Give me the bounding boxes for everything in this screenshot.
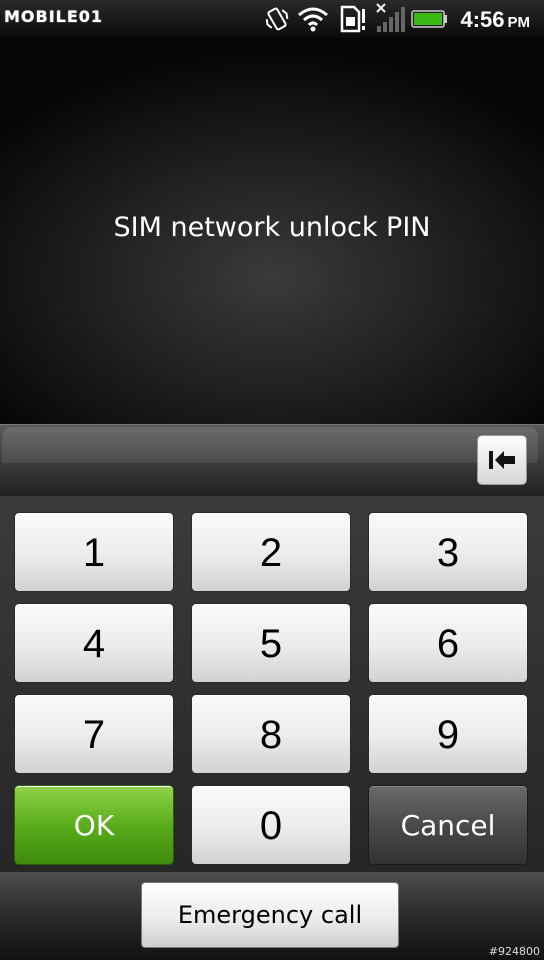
ok-button[interactable]: OK (14, 785, 174, 865)
pin-input[interactable] (2, 427, 538, 463)
key-6[interactable]: 6 (368, 603, 528, 683)
keypad: 1 2 3 4 5 6 7 8 9 OK 0 Cancel (0, 496, 544, 872)
clock-ampm: PM (507, 14, 531, 31)
sim-alert-icon (340, 5, 365, 33)
backspace-button[interactable] (477, 435, 527, 485)
no-signal-icon (376, 3, 405, 32)
status-clock: 4:56 PM (460, 7, 530, 33)
key-4[interactable]: 4 (14, 603, 174, 683)
status-bar: MOBILE01 4:56 PM (0, 0, 544, 38)
key-9[interactable]: 9 (368, 694, 528, 774)
battery-icon (411, 10, 447, 28)
wifi-icon (298, 7, 328, 32)
key-3[interactable]: 3 (368, 512, 528, 592)
key-7[interactable]: 7 (14, 694, 174, 774)
page-title: SIM network unlock PIN (113, 212, 431, 243)
mobile01-logo: MOBILE01 (4, 7, 104, 26)
key-2[interactable]: 2 (191, 512, 351, 592)
backspace-icon (489, 451, 515, 469)
key-8[interactable]: 8 (191, 694, 351, 774)
emergency-call-button[interactable]: Emergency call (141, 882, 399, 948)
cancel-button[interactable]: Cancel (368, 785, 528, 865)
key-0[interactable]: 0 (191, 785, 351, 865)
pin-entry-bar (0, 424, 544, 497)
key-5[interactable]: 5 (191, 603, 351, 683)
title-area: SIM network unlock PIN (0, 38, 544, 424)
bottom-bar: Emergency call #924800 (0, 872, 544, 960)
key-1[interactable]: 1 (14, 512, 174, 592)
clock-time: 4:56 (460, 7, 505, 32)
watermark-id: #924800 (488, 945, 540, 958)
vibrate-icon (265, 7, 289, 31)
